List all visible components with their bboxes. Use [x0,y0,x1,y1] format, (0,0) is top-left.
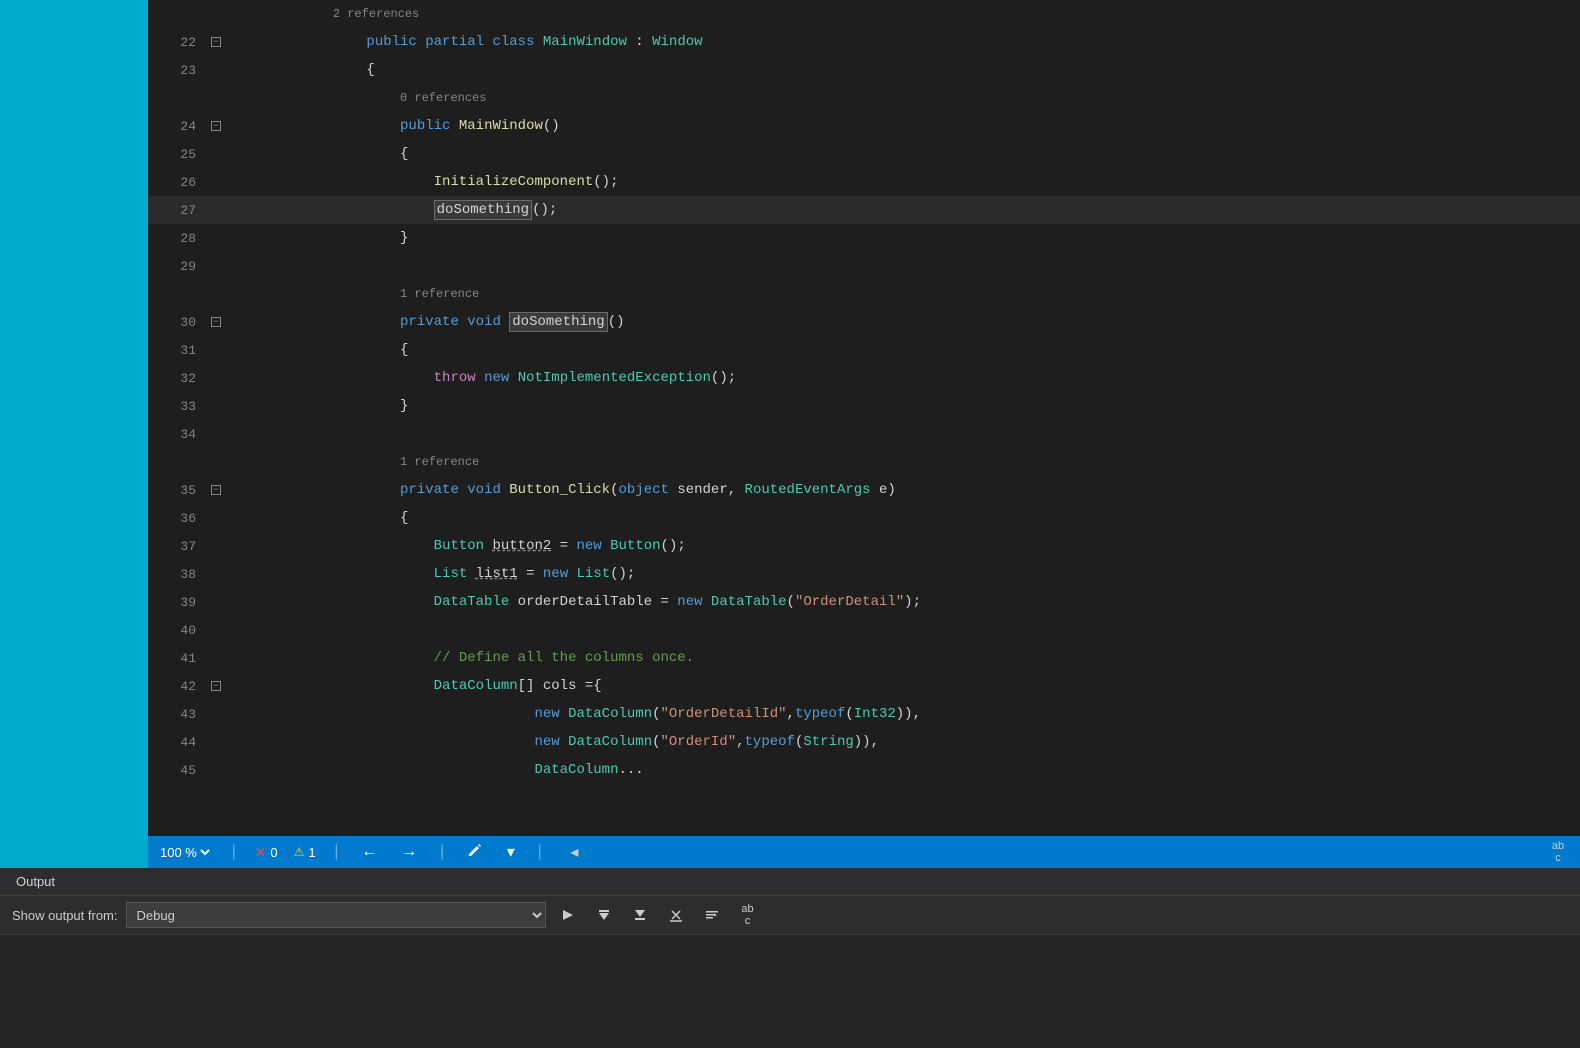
sep-4: | [535,843,545,861]
collapse-btn-22[interactable]: − [211,37,221,47]
status-bar: 100 % | ✕ 0 ⚠ 1 | ← → | ▾ [148,836,1580,868]
format-icon: abc [1552,840,1564,864]
ln-26: 26 [148,175,208,190]
output-scroll-end-btn[interactable] [554,902,582,928]
ln-31: 31 [148,343,208,358]
ln-24: 24 [148,119,208,134]
ln-30: 30 [148,315,208,330]
sep-3: | [437,843,447,861]
code-area[interactable]: 2 references 22 − public partial class M… [148,0,1580,836]
zoom-select[interactable]: 100 % [156,844,213,861]
ln-25: 25 [148,147,208,162]
ln-32: 32 [148,371,208,386]
ln-33: 33 [148,399,208,414]
output-scroll-down-btn[interactable] [626,902,654,928]
scroll-left-btn[interactable]: ◂ [560,839,588,865]
output-title: Output [16,874,55,889]
output-wrap-btn[interactable] [698,902,726,928]
ln-41: 41 [148,651,208,666]
code-line-45: 45 DataColumn... [148,756,1580,784]
error-status[interactable]: ✕ 0 [255,844,278,861]
cg-35[interactable]: − [208,485,224,495]
annotation-button[interactable] [463,840,487,865]
output-source-select[interactable]: Debug Build Output [126,902,546,928]
nav-back-button[interactable]: ← [357,841,381,863]
code-line-33: 33 } [148,392,1580,420]
dropdown-btn[interactable]: ▾ [503,840,519,864]
ln-37: 37 [148,539,208,554]
code-line-39: 39 DataTable orderDetailTable = new Data… [148,588,1580,616]
ln-45: 45 [148,763,208,778]
ln-36: 36 [148,511,208,526]
collapse-btn-42[interactable]: − [211,681,221,691]
ln-23: 23 [148,63,208,78]
ln-35: 35 [148,483,208,498]
collapse-btn-35[interactable]: − [211,485,221,495]
collapse-btn-30[interactable]: − [211,317,221,327]
show-output-label: Show output from: [12,908,118,923]
ln-27: 27 [148,203,208,218]
ln-22: 22 [148,35,208,50]
cg-24[interactable]: − [208,121,224,131]
code-lines: 2 references 22 − public partial class M… [148,0,1580,836]
error-icon: ✕ [255,844,267,861]
collapse-btn-24[interactable]: − [211,121,221,131]
output-panel-header: Output [0,868,1580,896]
output-scroll-up-btn[interactable] [590,902,618,928]
ln-44: 44 [148,735,208,750]
cg-42[interactable]: − [208,681,224,691]
ln-34: 34 [148,427,208,442]
cg-30[interactable]: − [208,317,224,327]
editor-container: 2 references 22 − public partial class M… [148,0,1580,868]
ln-39: 39 [148,595,208,610]
ln-40: 40 [148,623,208,638]
zoom-control[interactable]: 100 % [156,844,213,861]
error-count: 0 [270,845,277,860]
ln-38: 38 [148,567,208,582]
ln-28: 28 [148,231,208,246]
sep-1: | [229,843,239,861]
warning-status[interactable]: ⚠ 1 [294,845,316,860]
ln-43: 43 [148,707,208,722]
sep-2: | [332,843,342,861]
output-toolbar: Show output from: Debug Build Output [0,896,1580,935]
main-area: 2 references 22 − public partial class M… [0,0,1580,868]
code-45: DataColumn... [228,728,1580,812]
ln-42: 42 [148,679,208,694]
format-btn[interactable]: abc [1544,839,1572,865]
warning-count: 1 [308,845,315,860]
output-find-btn[interactable]: abc [734,902,762,928]
cg-22[interactable]: − [208,37,224,47]
nav-forward-button[interactable]: → [397,841,421,863]
output-clear-btn[interactable] [662,902,690,928]
ln-29: 29 [148,259,208,274]
left-sidebar [0,0,148,868]
warning-icon: ⚠ [294,845,305,859]
code-line-28: 28 } [148,224,1580,252]
output-panel: Output Show output from: Debug Build Out… [0,868,1580,1048]
